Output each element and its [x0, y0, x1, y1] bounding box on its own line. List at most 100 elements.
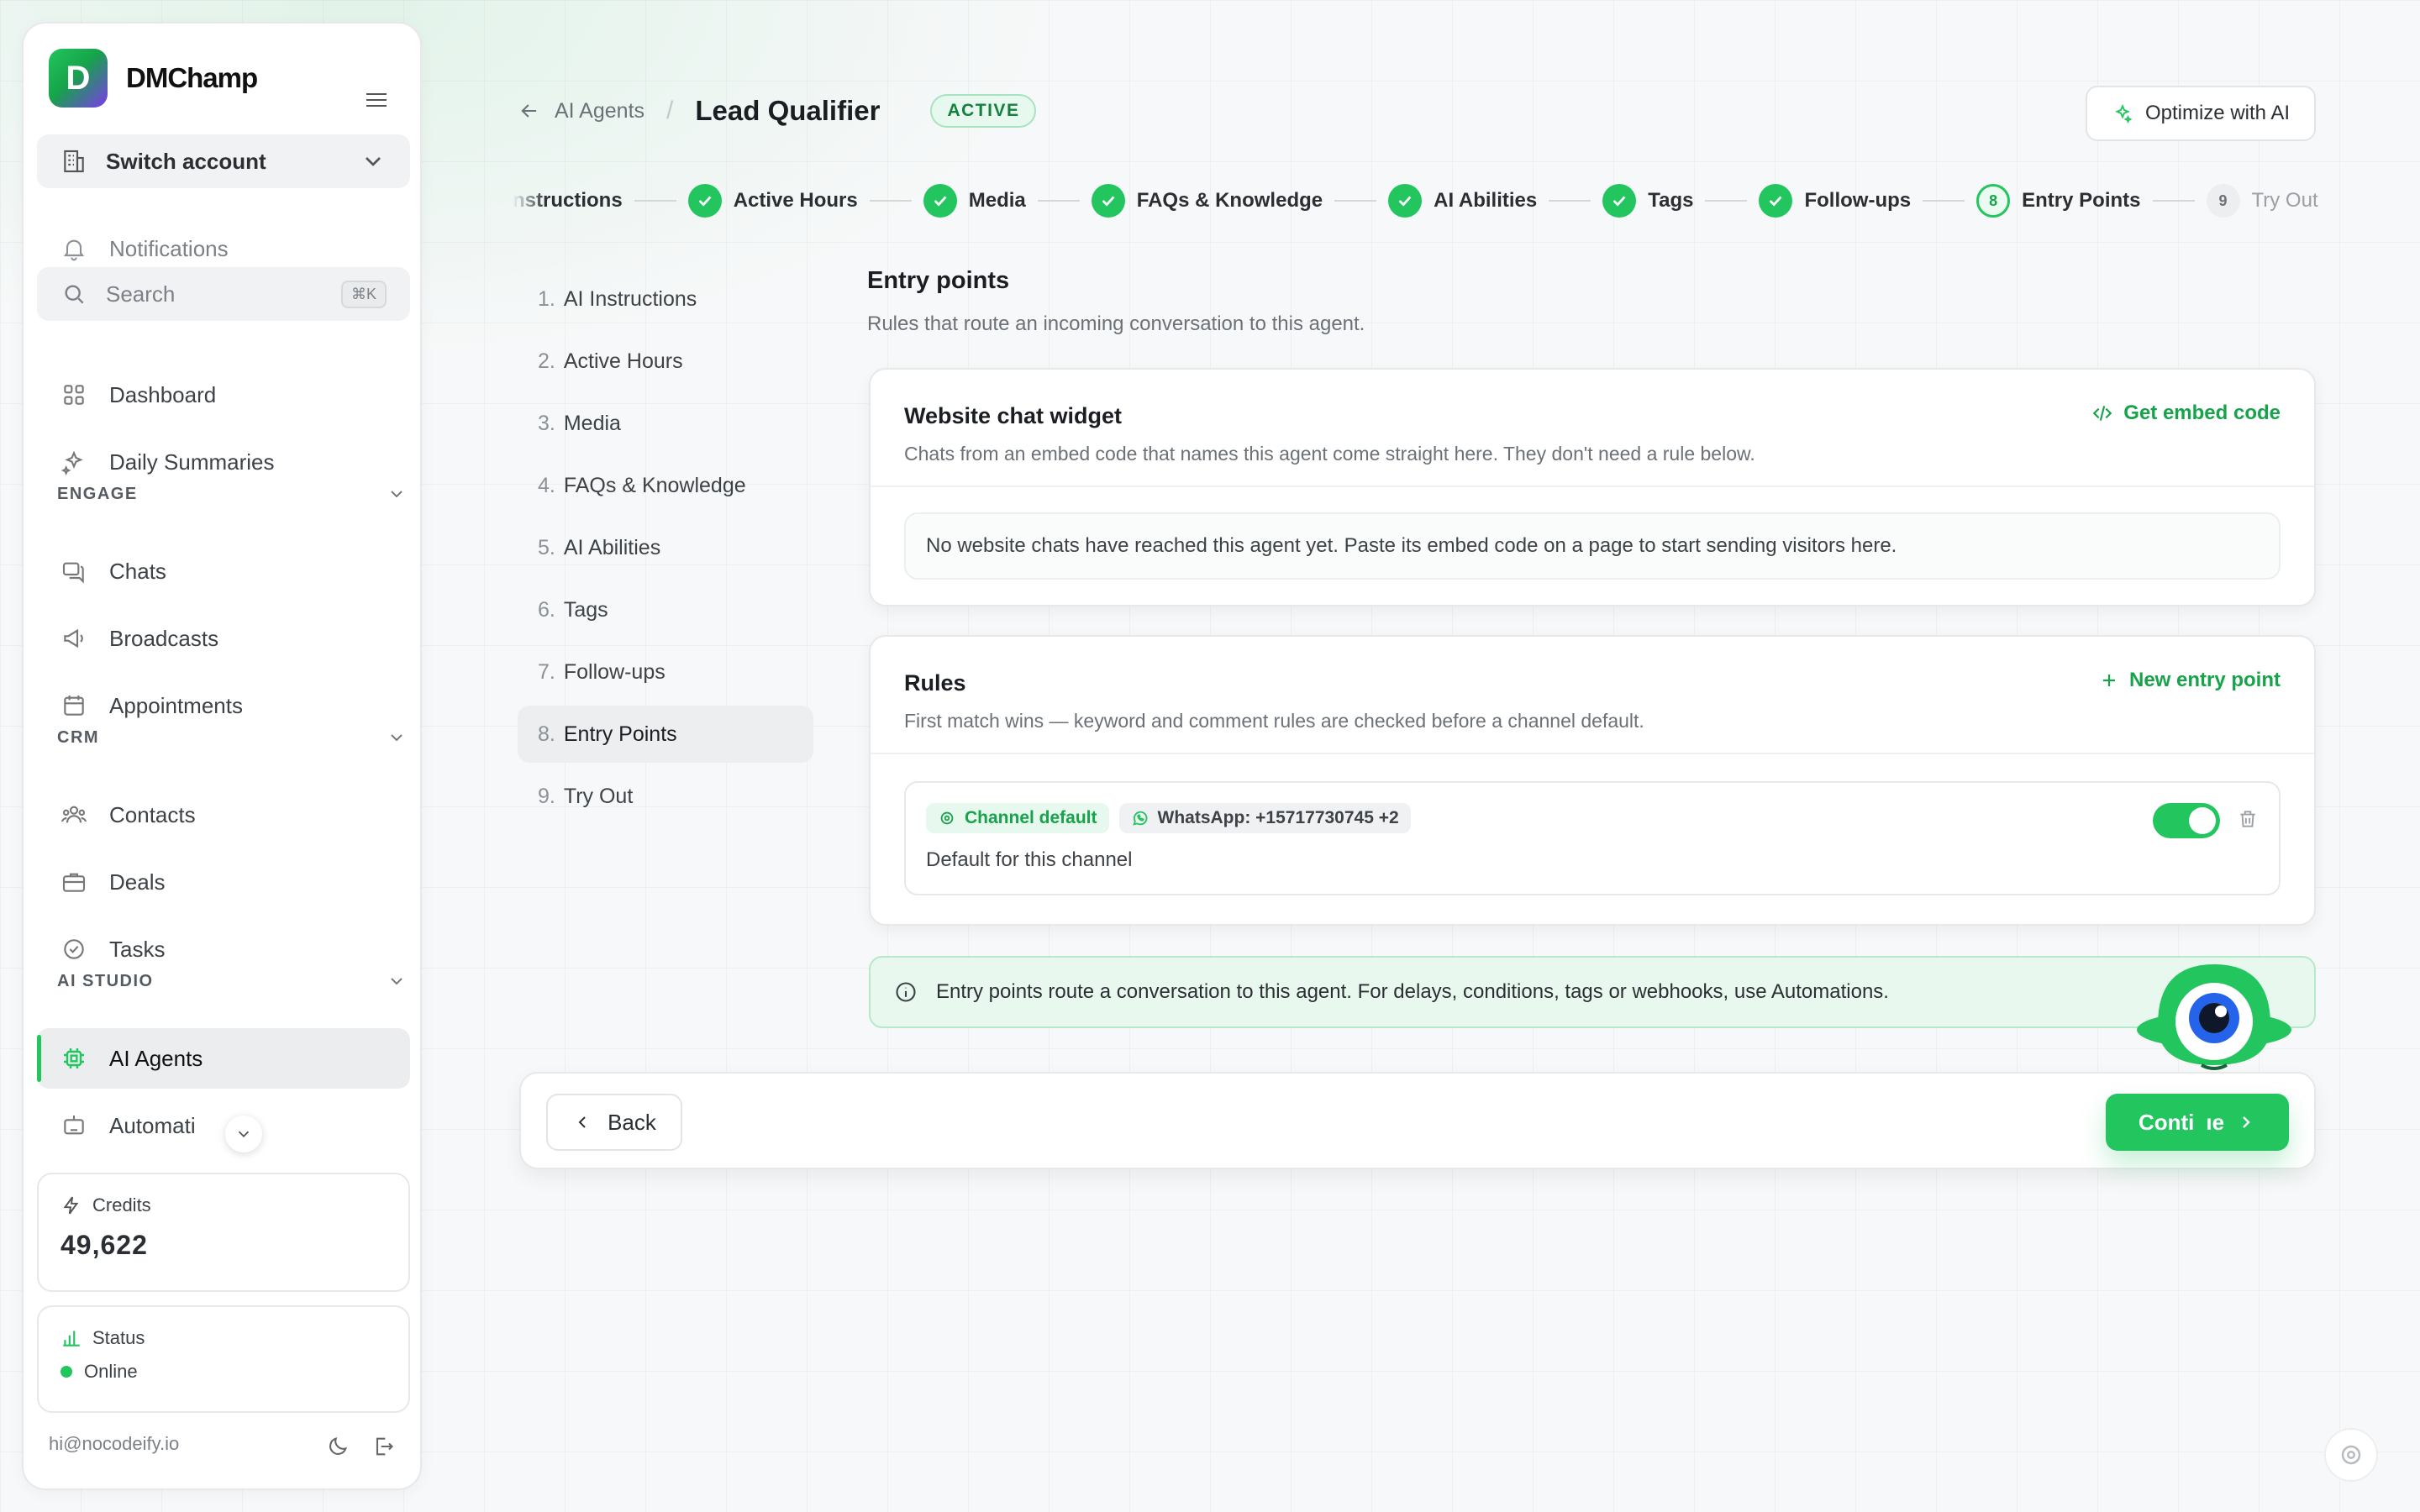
section-label: CRM: [57, 727, 100, 747]
target-icon: [940, 811, 954, 825]
code-icon: [2092, 406, 2112, 421]
step-follow-ups[interactable]: Follow-ups: [1759, 184, 1911, 218]
trash-icon[interactable]: [2237, 808, 2259, 830]
scroll-down-button[interactable]: [225, 1116, 262, 1152]
logout-icon[interactable]: [371, 1435, 395, 1458]
brand[interactable]: D DMChamp: [49, 49, 258, 108]
step-try-out[interactable]: 9 Try Out: [2206, 184, 2318, 218]
step-connector: [1923, 200, 1965, 202]
brand-name: DMChamp: [126, 62, 258, 93]
credits-label-row: Credits: [60, 1194, 387, 1216]
check-circle-icon: [64, 939, 84, 959]
panel-description: Chats from an embed code that names this…: [904, 443, 1755, 465]
step-ai-instructions[interactable]: nstructions: [513, 189, 623, 213]
info-text: Entry points route a conversation to thi…: [936, 980, 1889, 1003]
step-name: FAQs & Knowledge: [563, 473, 746, 497]
panel-title: Rules: [904, 670, 966, 696]
step-label: Entry Points: [2022, 189, 2141, 212]
panel-header: Website chat widget Chats from an embed …: [871, 370, 2314, 487]
sidebar-item-broadcasts[interactable]: Broadcasts: [37, 608, 410, 669]
step-name: AI Instructions: [563, 286, 697, 311]
credits-value: 49,622: [60, 1230, 148, 1260]
step-name: Media: [563, 411, 621, 435]
step-label: Active Hours: [733, 189, 858, 212]
rule-type-chip: Channel default: [926, 803, 1109, 833]
info-banner: Entry points route a conversation to thi…: [869, 956, 2316, 1028]
step-list-item-follow-ups[interactable]: 7. Follow-ups: [518, 643, 813, 701]
sidebar: D DMChamp Switch account Notifications S…: [22, 22, 422, 1490]
link-label: Get embed code: [2123, 402, 2281, 424]
step-connector: [1705, 200, 1748, 202]
panel-title: Website chat widget: [904, 403, 1123, 428]
sidebar-item-label: Notifications: [109, 235, 229, 261]
sidebar-item-dashboard[interactable]: Dashboard: [37, 365, 410, 425]
step-list-item-ai-instructions[interactable]: 1. AI Instructions: [518, 270, 813, 328]
sidebar-item-chats[interactable]: Chats: [37, 541, 410, 601]
section-ai-studio[interactable]: AI STUDIO: [57, 971, 407, 991]
wizard-footer: Back Conti ıe: [519, 1072, 2316, 1169]
step-name: Entry Points: [563, 722, 677, 746]
step-entry-points[interactable]: 8 Entry Points: [1976, 184, 2141, 218]
continue-button[interactable]: Conti ıe: [2106, 1094, 2289, 1151]
step-list-item-entry-points[interactable]: 8. Entry Points: [518, 706, 813, 763]
chevron-down-icon: [391, 978, 402, 985]
step-ai-abilities[interactable]: AI Abilities: [1388, 184, 1537, 218]
sidebar-item-label: Appointments: [109, 692, 243, 718]
sidebar-item-label: AI Agents: [109, 1045, 203, 1071]
continue-label-a: Conti: [2138, 1109, 2195, 1135]
step-list-item-tags[interactable]: 6. Tags: [518, 581, 813, 638]
get-embed-code-button[interactable]: Get embed code: [2091, 402, 2281, 425]
sidebar-item-deals[interactable]: Deals: [37, 852, 410, 912]
switch-account-button[interactable]: Switch account: [37, 134, 410, 188]
step-list-item-media[interactable]: 3. Media: [518, 395, 813, 452]
website-widget-panel: Website chat widget Chats from an embed …: [869, 368, 2316, 606]
panel-description: First match wins — keyword and comment r…: [904, 710, 1644, 732]
step-num: 3.: [538, 411, 555, 435]
step-list-item-try-out[interactable]: 9. Try Out: [518, 768, 813, 825]
step-media[interactable]: Media: [923, 184, 1026, 218]
section-title: Entry points: [867, 267, 1010, 294]
empty-state-note: No website chats have reached this agent…: [904, 512, 2281, 580]
online-dot: [60, 1366, 72, 1378]
section-crm[interactable]: CRM: [57, 727, 407, 748]
step-faqs-knowledge[interactable]: FAQs & Knowledge: [1091, 184, 1323, 218]
step-active-hours[interactable]: Active Hours: [687, 184, 858, 218]
step-num: 9.: [538, 784, 555, 808]
menu-icon[interactable]: [366, 89, 387, 111]
rule-row[interactable]: Channel default WhatsApp: +15717730745 +…: [904, 781, 2281, 895]
sidebar-item-contacts[interactable]: Contacts: [37, 785, 410, 845]
back-button[interactable]: Back: [546, 1094, 682, 1151]
megaphone-icon: [64, 628, 83, 648]
rule-chips: Channel default WhatsApp: +15717730745 +…: [926, 803, 2259, 833]
user-email: hi@nocodeify.io: [49, 1433, 180, 1454]
step-connector: [2152, 200, 2195, 202]
dmchamp-logo: D: [49, 49, 108, 108]
briefcase-icon: [62, 873, 86, 892]
step-connector: [1334, 200, 1377, 202]
moon-icon[interactable]: [326, 1435, 350, 1458]
search-input[interactable]: Search ⌘K: [37, 267, 410, 321]
new-entry-point-button[interactable]: New entry point: [2099, 669, 2281, 692]
step-list-item-ai-abilities[interactable]: 5. AI Abilities: [518, 519, 813, 576]
sidebar-item-ai-agents[interactable]: AI Agents: [37, 1028, 410, 1089]
sidebar-footer-actions: [326, 1435, 395, 1458]
credits-card[interactable]: Credits 49,622: [37, 1173, 410, 1292]
rule-enabled-toggle[interactable]: [2153, 803, 2220, 838]
step-name: Try Out: [563, 784, 634, 808]
mascot-assistant[interactable]: [2134, 958, 2294, 1092]
step-label: Follow-ups: [1804, 189, 1912, 212]
switch-account-label: Switch account: [106, 148, 266, 174]
chevron-left-icon: [578, 1116, 586, 1128]
step-name: Active Hours: [563, 349, 683, 373]
step-tags[interactable]: Tags: [1602, 184, 1693, 218]
back-to-agents-link[interactable]: AI Agents: [518, 99, 644, 123]
section-engage[interactable]: ENGAGE: [57, 484, 407, 504]
sidebar-item-automations[interactable]: Automati: [37, 1095, 410, 1156]
help-widget-button[interactable]: [2324, 1428, 2378, 1482]
optimize-with-ai-button[interactable]: Optimize with AI: [2086, 86, 2316, 141]
sidebar-item-label: Broadcasts: [109, 625, 219, 651]
rule-channel-chip: WhatsApp: +15717730745 +2: [1118, 803, 1411, 833]
step-list-item-active-hours[interactable]: 2. Active Hours: [518, 333, 813, 390]
plus-icon: [2102, 675, 2115, 686]
step-list-item-faqs[interactable]: 4. FAQs & Knowledge: [518, 457, 813, 514]
